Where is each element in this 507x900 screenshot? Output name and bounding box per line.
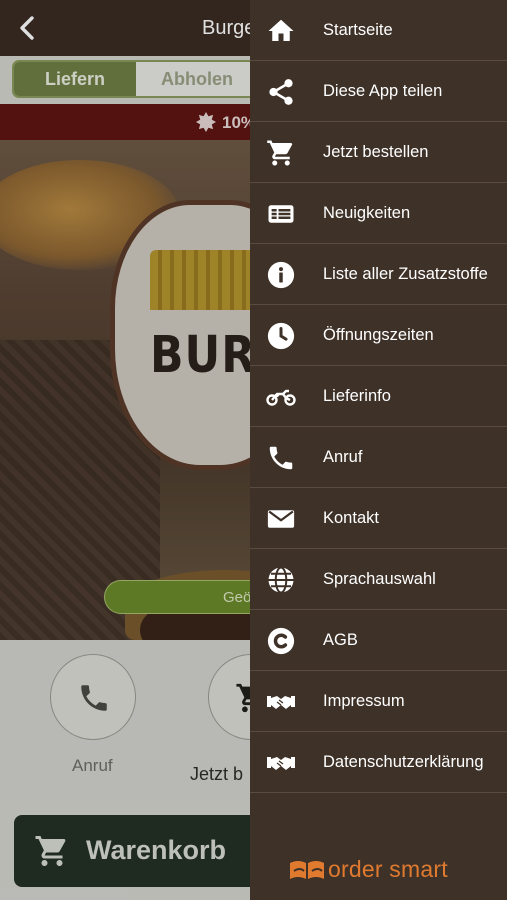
menu-item-label: Kontakt (323, 509, 379, 527)
phone-icon (266, 443, 296, 473)
menu-item-label: Neuigkeiten (323, 204, 411, 222)
copyright-icon (266, 626, 296, 656)
handshake-icon (266, 748, 296, 778)
navigation-drawer: Startseite Diese App teilen Jetzt bestel… (250, 0, 507, 900)
brand-name: order smart (328, 856, 448, 882)
news-icon (266, 199, 296, 229)
motorbike-icon (266, 382, 296, 412)
menu-item-label: Lieferinfo (323, 387, 391, 405)
clock-icon (266, 321, 296, 351)
menu-item-label: Anruf (323, 448, 363, 466)
drawer-scrim[interactable] (0, 0, 250, 900)
menu-item-startseite[interactable]: Startseite (250, 0, 507, 61)
menu-item-label: Startseite (323, 21, 393, 39)
menu-item-label: Sprachauswahl (323, 570, 436, 588)
menu-item-contact[interactable]: Kontakt (250, 488, 507, 549)
home-icon (266, 16, 296, 46)
cart-icon (266, 138, 296, 168)
menu-item-share[interactable]: Diese App teilen (250, 61, 507, 122)
menu-item-impressum[interactable]: Impressum (250, 671, 507, 732)
menu-item-additives[interactable]: Liste aller Zusatzstoffe (250, 244, 507, 305)
menu-item-label: Jetzt bestellen (323, 143, 429, 161)
menu-item-label: Impressum (323, 692, 405, 710)
menu-item-label: AGB (323, 631, 358, 649)
menu-item-language[interactable]: Sprachauswahl (250, 549, 507, 610)
menu-item-label: Öffnungszeiten (323, 326, 434, 344)
menu-item-opening-hours[interactable]: Öffnungszeiten (250, 305, 507, 366)
menu-item-privacy[interactable]: Datenschutzerklärung (250, 732, 507, 793)
menu-item-label: Liste aller Zusatzstoffe (323, 265, 488, 283)
info-icon (266, 260, 296, 290)
menu-item-news[interactable]: Neuigkeiten (250, 183, 507, 244)
menu-item-label: Diese App teilen (323, 82, 443, 100)
order-smart-logo: order smart (290, 856, 460, 886)
order-smart-logo-icon (290, 861, 324, 879)
share-icon (266, 77, 296, 107)
menu-item-order[interactable]: Jetzt bestellen (250, 122, 507, 183)
menu-item-delivery-info[interactable]: Lieferinfo (250, 366, 507, 427)
handshake-icon (266, 687, 296, 717)
menu-item-label: Datenschutzerklärung (323, 753, 484, 771)
menu-item-agb[interactable]: AGB (250, 610, 507, 671)
globe-icon (266, 565, 296, 595)
menu-item-call[interactable]: Anruf (250, 427, 507, 488)
envelope-icon (266, 504, 296, 534)
